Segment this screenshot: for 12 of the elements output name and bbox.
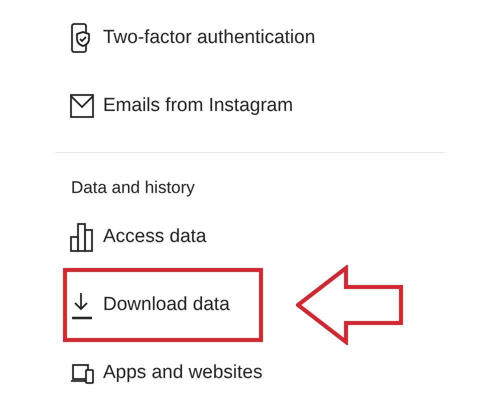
bar-chart-icon xyxy=(70,221,94,253)
settings-item[interactable]: Apps and websites xyxy=(63,339,262,407)
section-header: Data and history xyxy=(71,177,196,199)
settings-item[interactable]: Emails from Instagram xyxy=(63,72,294,140)
item-label: Apps and websites xyxy=(103,362,262,384)
settings-item[interactable]: Two-factor authentication xyxy=(63,4,316,72)
item-label: Emails from Instagram xyxy=(103,95,294,117)
settings-item[interactable]: Access data xyxy=(63,203,206,271)
item-label: Two-factor authentication xyxy=(103,27,316,49)
settings-item[interactable]: Download data xyxy=(63,268,263,342)
item-label: Access data xyxy=(103,226,206,248)
item-label: Download data xyxy=(103,294,230,316)
